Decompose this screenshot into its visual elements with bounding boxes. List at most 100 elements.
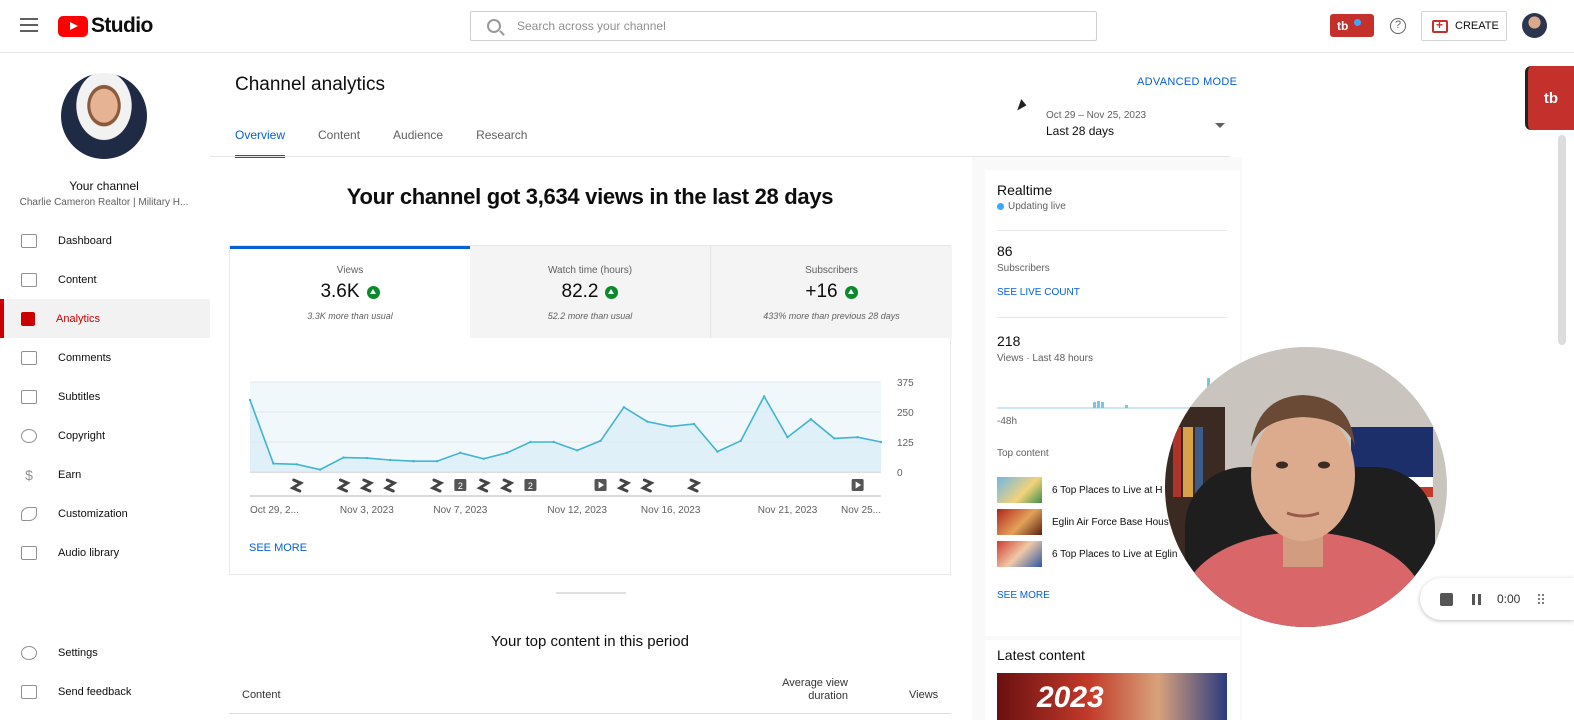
shorts-marker-icon — [289, 478, 304, 493]
video-thumbnail — [997, 541, 1042, 567]
search-icon — [487, 19, 501, 33]
sidebar-item-label: Settings — [58, 646, 98, 659]
sidebar-item-customization[interactable]: Customization — [0, 494, 210, 533]
page-title: Channel analytics — [235, 74, 385, 95]
search-input[interactable]: Search across your channel — [517, 19, 666, 33]
sidebar-item-subtitles[interactable]: Subtitles — [0, 377, 210, 416]
sidebar-item-comments[interactable]: Comments — [0, 338, 210, 377]
data-point — [459, 451, 462, 454]
latest-content-title: Latest content — [997, 647, 1085, 663]
page-scrollbar[interactable] — [1558, 135, 1566, 345]
dashboard-icon — [21, 233, 37, 248]
tubebuddy-side-tab[interactable]: tb — [1525, 66, 1574, 130]
channel-heading: Your channel — [69, 179, 139, 193]
stop-icon[interactable] — [1440, 592, 1453, 606]
sidebar-nav: Dashboard Content Analytics Comments Sub… — [0, 221, 210, 572]
studio-logo[interactable]: Studio — [58, 14, 153, 38]
x-tick-label: Nov 12, 2023 — [547, 505, 607, 516]
sidebar: Your channel Charlie Cameron Realtor | M… — [0, 53, 210, 720]
realtime-axis-start: -48h — [997, 416, 1018, 427]
create-button[interactable]: CREATE — [1421, 11, 1507, 41]
upload-count-label: 2 — [528, 481, 533, 491]
sidebar-item-dashboard[interactable]: Dashboard — [0, 221, 210, 260]
webcam-face — [1251, 409, 1355, 541]
tab-overview[interactable]: Overview — [235, 128, 286, 158]
data-point — [856, 436, 859, 439]
sidebar-item-earn[interactable]: $ Earn — [0, 455, 210, 494]
data-point — [646, 420, 649, 423]
realtime-title: Realtime — [997, 182, 1053, 198]
column-header-content: Content — [242, 689, 281, 701]
menu-icon[interactable] — [20, 18, 38, 32]
youtube-logo-icon — [58, 15, 88, 37]
tab-content[interactable]: Content — [318, 128, 360, 158]
divider — [997, 230, 1227, 231]
shorts-marker-icon — [616, 478, 632, 493]
sidebar-item-label: Dashboard — [58, 234, 112, 247]
sidebar-item-content[interactable]: Content — [0, 260, 210, 299]
pause-icon[interactable] — [1472, 593, 1484, 605]
sidebar-item-copyright[interactable]: Copyright — [0, 416, 210, 455]
metric-tab-watch-time[interactable]: Watch time (hours) 82.2 52.2 more than u… — [470, 246, 711, 338]
realtime-views-label: Views · Last 48 hours — [997, 353, 1093, 364]
channel-avatar[interactable] — [61, 73, 147, 159]
webcam-overlay — [1165, 347, 1447, 627]
data-point — [435, 460, 439, 463]
metric-tab-views[interactable]: Views 3.6K 3.3K more than usual — [230, 246, 471, 338]
see-more-link[interactable]: SEE MORE — [249, 542, 307, 554]
copyright-icon — [21, 428, 37, 443]
search-bar[interactable]: Search across your channel — [470, 11, 1097, 41]
chevron-down-icon[interactable] — [1215, 123, 1225, 128]
tab-research[interactable]: Research — [476, 128, 527, 158]
channel-name: Charlie Cameron Realtor | Military H... — [19, 197, 189, 208]
sidebar-item-settings[interactable]: Settings — [0, 633, 210, 672]
date-range-period: Last 28 days — [1046, 124, 1115, 138]
metric-value-row: 3.6K — [230, 281, 470, 303]
analytics-tabs: Overview Content Audience Research — [235, 128, 560, 158]
see-live-count-link[interactable]: SEE LIVE COUNT — [997, 287, 1080, 298]
realtime-views-value: 218 — [997, 333, 1021, 349]
views-chart[interactable]: 0 125 250 375 2 2 Oct 29, 2... Nov 3, 2023 Nov 7… — [230, 338, 952, 574]
tubebuddy-extension-button[interactable]: tb — [1330, 14, 1374, 37]
sidebar-item-analytics[interactable]: Analytics — [0, 299, 210, 338]
help-icon[interactable]: ? — [1390, 18, 1406, 34]
latest-video-thumbnail[interactable]: 2023 — [997, 673, 1227, 720]
metric-note: 3.3K more than usual — [307, 311, 393, 321]
x-tick-label: Oct 29, 2... — [250, 505, 299, 516]
shorts-marker-icon — [336, 478, 351, 493]
column-header-avd[interactable]: Average view duration — [770, 677, 848, 703]
tubebuddy-label: tb — [1337, 18, 1349, 33]
data-point — [389, 458, 392, 462]
sidebar-item-label: Earn — [58, 468, 82, 481]
top-content-title: Your top content in this period — [491, 633, 689, 650]
sidebar-item-send-feedback[interactable]: Send feedback — [0, 672, 210, 711]
drag-handle-icon[interactable] — [1537, 593, 1546, 605]
carousel-indicator — [556, 592, 626, 594]
column-header-views[interactable]: Views — [909, 689, 938, 701]
realtime-top-content-label: Top content — [997, 448, 1049, 459]
advanced-mode-link[interactable]: ADVANCED MODE — [1137, 76, 1237, 88]
tab-audience[interactable]: Audience — [393, 128, 443, 158]
metric-tab-subscribers[interactable]: Subscribers +16 433% more than previous … — [711, 246, 952, 338]
trend-up-icon — [844, 285, 858, 299]
sidebar-item-label: Audio library — [58, 546, 120, 559]
account-avatar[interactable] — [1522, 13, 1547, 38]
webcam-eye — [1276, 461, 1288, 469]
data-point — [692, 422, 696, 426]
realtime-subscribers-label: Subscribers — [997, 263, 1050, 274]
tubebuddy-side-label: tb — [1543, 89, 1559, 107]
sidebar-item-label: Customization — [58, 507, 128, 520]
sidebar-item-audio-library[interactable]: Audio library — [0, 533, 210, 572]
data-point — [833, 437, 836, 440]
mini-bar — [1093, 402, 1096, 408]
divider — [997, 317, 1227, 318]
audio-library-icon — [21, 545, 37, 560]
sidebar-item-label: Send feedback — [58, 685, 132, 698]
data-point — [295, 463, 298, 466]
sidebar-item-label: Content — [58, 273, 97, 286]
metric-note: 433% more than previous 28 days — [763, 311, 900, 321]
shorts-marker-icon — [382, 478, 398, 493]
realtime-see-more-link[interactable]: SEE MORE — [997, 590, 1050, 601]
data-point — [739, 439, 742, 442]
date-range-selector[interactable]: Oct 29 – Nov 25, 2023 Last 28 days — [1046, 110, 1146, 138]
